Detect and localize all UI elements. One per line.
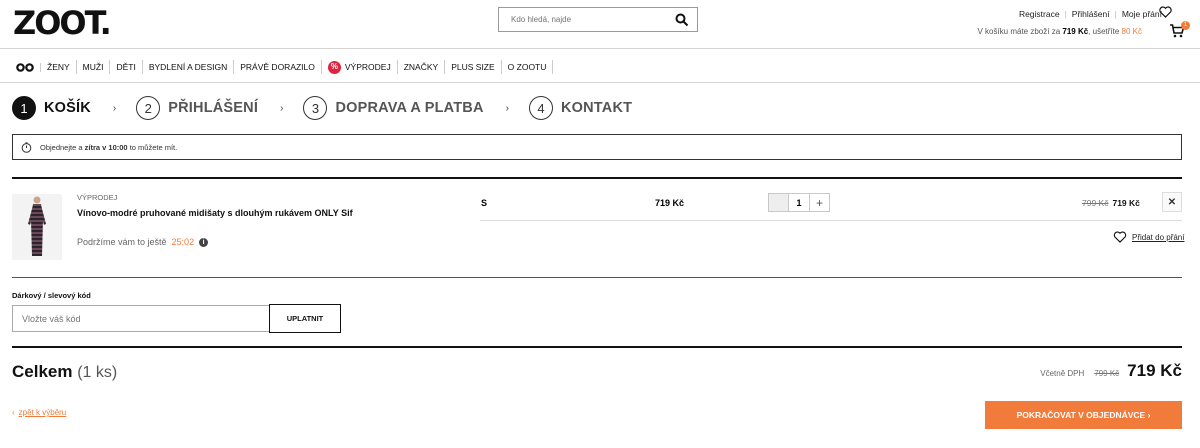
login-link[interactable]: Přihlášení [1072,9,1110,19]
chevron-right-icon: › [280,102,284,114]
step-label: KONTAKT [560,100,633,116]
product-thumbnail[interactable] [12,194,62,260]
row-new-price: 719 Kč [1112,198,1140,208]
delivery-notice: Objednejte a zítra v 10:00 to můžete mít… [12,134,1182,160]
dress-image [28,196,46,256]
nav-item-znacky[interactable]: ZNAČKY [398,60,446,74]
total-label-text: Celkem [12,362,73,381]
step-number: 4 [528,96,553,120]
total-top-border [12,346,1182,348]
cart-summary-prefix: V košíku máte zboží za [977,27,1061,36]
nav-divider [0,82,1200,83]
glasses-icon [16,62,34,72]
reservation-timer: Podržíme vám to ještě 25:02 i [77,237,209,247]
nav-glasses-icon[interactable] [16,62,41,72]
step-login[interactable]: 2 PŘIHLÁŠENÍ › [136,96,303,120]
zoot-logo[interactable]: ZOOT. [13,6,112,40]
account-links: Registrace | Přihlášení | Moje přání [1019,9,1162,19]
coupon-input[interactable] [12,305,269,332]
row-price: 799 Kč 719 Kč [1082,198,1140,208]
nav-item-bydleni[interactable]: BYDLENÍ A DESIGN [143,60,235,74]
step-shipping[interactable]: 3 DOPRAVA A PLATBA › [303,96,529,120]
notice-time: zítra v 10:00 [84,142,128,152]
search-input[interactable] [499,8,667,31]
chevron-left-icon: ‹ [12,408,15,417]
main-nav: ŽENY MUŽI DĚTI BYDLENÍ A DESIGN PRÁVĚ DO… [16,59,554,75]
nav-item-deti[interactable]: DĚTI [110,60,143,74]
nav-item-vyprodej-label: VÝPRODEJ [344,62,391,72]
add-to-wishlist-label: Přidat do přání [1132,232,1185,242]
cart-total: 719 Kč [1062,27,1089,36]
step-number: 1 [12,96,36,120]
quantity-decrease-button[interactable] [768,193,789,212]
step-cart[interactable]: 1 KOŠÍK › [12,96,136,120]
checkout-steps: 1 KOŠÍK › 2 PŘIHLÁŠENÍ › 3 DOPRAVA A PLA… [12,96,632,120]
step-number: 2 [136,96,161,120]
total-old-price: 799 Kč [1094,369,1120,378]
nav-item-zeny[interactable]: ŽENY [41,60,77,74]
row-old-price: 799 Kč [1082,198,1109,208]
total-label: Celkem (1 ks) [12,362,117,382]
quantity-stepper: 1 + [768,193,830,212]
vat-label: Včetně DPH [1040,369,1085,378]
sale-percent-icon: % [327,60,341,74]
quantity-increase-button[interactable]: + [809,193,830,212]
search-box[interactable] [498,7,698,32]
hold-text: Podržíme vám to ještě [77,237,167,247]
step-number: 3 [303,96,328,120]
step-label: DOPRAVA A PLATBA [335,100,484,116]
heart-icon[interactable] [1159,6,1172,18]
chevron-right-icon: › [112,102,117,114]
notice-text-post: to můžete mít. [129,142,178,152]
nav-item-o-zootu[interactable]: O ZOOTU [502,60,554,74]
row-divider [480,220,1182,221]
nav-item-prave-dorazilo[interactable]: PRÁVĚ DORAZILO [234,60,322,74]
cart-summary-mid: , ušetříte [1088,27,1120,36]
add-to-wishlist[interactable]: Přidat do přání [1113,231,1184,243]
heart-icon [1113,231,1127,243]
cart-savings: 80 Kč [1121,27,1142,36]
step-label: KOŠÍK [44,100,91,116]
cart-top-border [12,177,1182,179]
search-icon[interactable] [675,13,689,27]
total-price-block: Včetně DPH 799 Kč 719 Kč [1040,361,1182,381]
quantity-value[interactable]: 1 [789,193,809,212]
product-name[interactable]: Vínovo-modré pruhované midišaty s dlouhý… [77,208,353,218]
nav-item-vyprodej[interactable]: % VÝPRODEJ [322,60,398,74]
total-item-count: (1 ks) [77,364,118,381]
nav-item-plus-size[interactable]: PLUS SIZE [445,60,502,74]
chevron-right-icon: › [505,102,509,114]
continue-order-button[interactable]: POKRAČOVAT V OBJEDNÁVCE › [985,401,1182,429]
back-to-shopping-link[interactable]: ‹ zpět k výběru [12,408,66,417]
step-label: PŘIHLÁŠENÍ [168,100,259,116]
back-link-label: zpět k výběru [18,408,67,417]
register-link[interactable]: Registrace [1019,9,1060,19]
timer-value: 25:02 [171,237,195,247]
separator: | [1114,9,1117,19]
apply-coupon-button[interactable]: UPLATNIT [269,304,341,333]
clock-icon [21,141,32,153]
cart-summary: V košíku máte zboží za 719 Kč, ušetříte … [977,27,1142,36]
notice-text-pre: Objednejte a [40,142,83,152]
product-bottom-border [12,277,1182,278]
wishlist-link[interactable]: Moje přání [1122,9,1162,19]
info-icon[interactable]: i [199,237,209,247]
product-category: VÝPRODEJ [77,193,118,202]
remove-item-button[interactable]: ✕ [1162,192,1182,212]
separator: | [1064,9,1067,19]
unit-price: 719 Kč [655,198,685,208]
product-size: S [481,198,488,208]
coupon-label: Dárkový / slevový kód [12,291,91,300]
header-divider [0,48,1200,49]
total-price: 719 Kč [1127,361,1182,380]
cart-count-badge: 1 [1181,21,1190,30]
step-contact[interactable]: 4 KONTAKT [528,96,633,120]
nav-item-muzi[interactable]: MUŽI [77,60,111,74]
